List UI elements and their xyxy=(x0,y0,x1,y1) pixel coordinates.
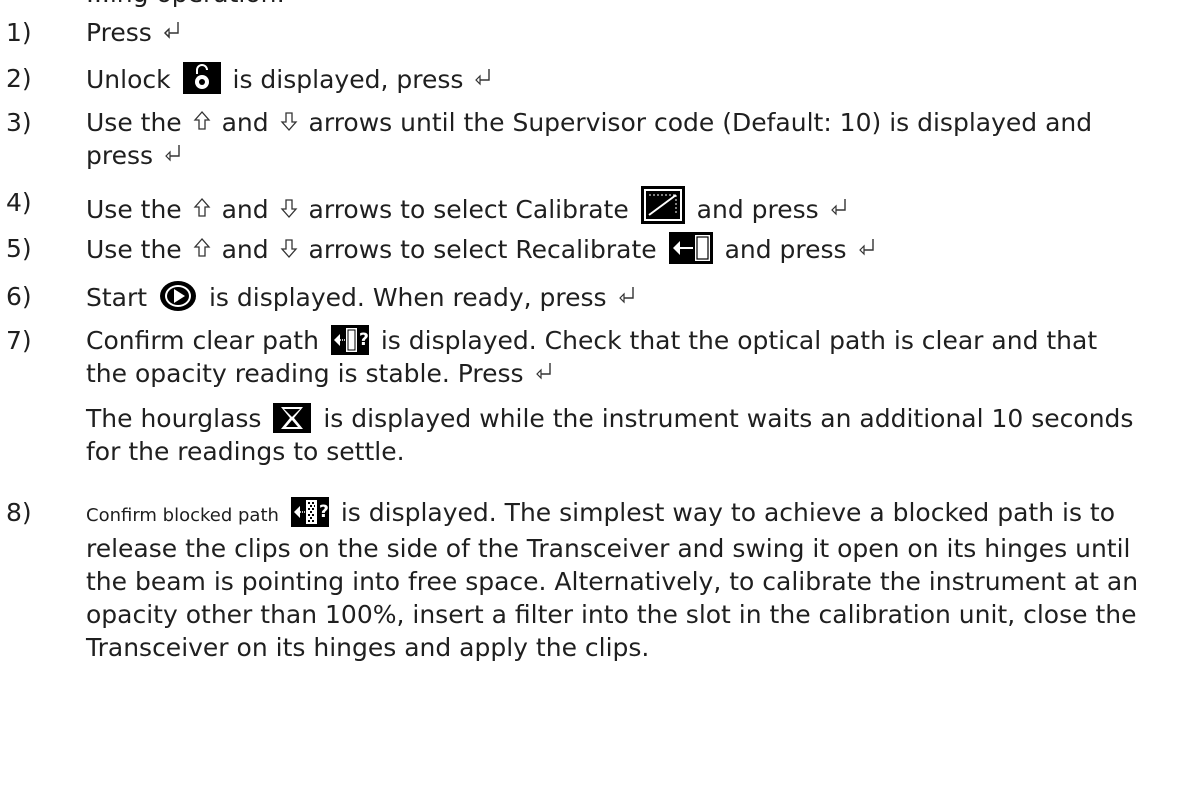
enter-key-icon xyxy=(473,66,493,90)
step-text-part: and xyxy=(221,195,269,224)
step-text-part: and xyxy=(221,235,269,264)
step-text-part: Press xyxy=(86,18,152,47)
recalibrate-icon xyxy=(668,232,713,264)
step-text-part: arrows to select Calibrate xyxy=(308,195,629,224)
enter-key-icon xyxy=(534,360,554,384)
step-number: 1) xyxy=(6,18,32,47)
enter-key-icon xyxy=(857,236,877,260)
step-text: Press xyxy=(86,16,1146,49)
header-fragment: ...ing operation: xyxy=(86,0,285,9)
step-text-part: Use the xyxy=(86,235,182,264)
unlock-icon xyxy=(182,62,221,94)
step-text-part: Unlock xyxy=(86,65,171,94)
step-text-part: is displayed, press xyxy=(232,65,464,94)
enter-key-icon xyxy=(829,196,849,220)
step-text: Use the and arrows until the Supervisor … xyxy=(86,106,1146,172)
down-arrow-icon xyxy=(279,236,299,260)
down-arrow-icon xyxy=(279,196,299,220)
step-text-part: Use the xyxy=(86,108,182,137)
step-text: Use the and arrows to select Recalibrate… xyxy=(86,232,1146,266)
step-7-note: The hourglass is displayed while the ins… xyxy=(86,402,1146,468)
hourglass-icon xyxy=(273,403,312,433)
step-text-part: and press xyxy=(724,235,847,264)
step-number: 4) xyxy=(6,188,32,217)
step-number: 3) xyxy=(6,108,32,137)
step-text-part: is displayed. When ready, press xyxy=(208,283,607,312)
step-number: 8) xyxy=(6,498,32,527)
step-number: 7) xyxy=(6,326,32,355)
down-arrow-icon xyxy=(279,109,299,133)
calibrate-icon xyxy=(640,186,685,224)
step-number: 2) xyxy=(6,64,32,93)
step-text-part: Confirm clear path xyxy=(86,326,319,355)
svg-text:?: ? xyxy=(359,330,369,350)
up-arrow-icon xyxy=(192,109,212,133)
enter-key-icon xyxy=(617,284,637,308)
step-text: Unlock is displayed, press xyxy=(86,62,1146,96)
enter-key-icon xyxy=(162,19,182,43)
step-number: 5) xyxy=(6,234,32,263)
step-text-part: and press xyxy=(696,195,819,224)
start-icon xyxy=(159,280,197,312)
step-text: Start is displayed. When ready, press xyxy=(86,280,1146,314)
step-text-part: Use the xyxy=(86,195,182,224)
up-arrow-icon xyxy=(192,236,212,260)
step-text: Use the and arrows to select Calibrate a… xyxy=(86,186,1146,226)
step-text: Confirm clear path ? is displayed. Check… xyxy=(86,324,1146,468)
confirm-clear-path-icon: ? xyxy=(330,325,369,355)
step-text-part: Confirm blocked path xyxy=(86,505,279,526)
step-text-part: Start xyxy=(86,283,148,312)
step-text: Confirm blocked path ? is displayed. The… xyxy=(86,496,1146,664)
up-arrow-icon xyxy=(192,196,212,220)
step-text-part: and xyxy=(221,108,269,137)
confirm-blocked-path-icon: ? xyxy=(290,497,329,527)
step-number: 6) xyxy=(6,282,32,311)
enter-key-icon xyxy=(163,142,183,166)
svg-text:?: ? xyxy=(319,502,329,522)
step-text-part: arrows to select Recalibrate xyxy=(308,235,657,264)
step-text-part: The hourglass xyxy=(86,404,262,433)
